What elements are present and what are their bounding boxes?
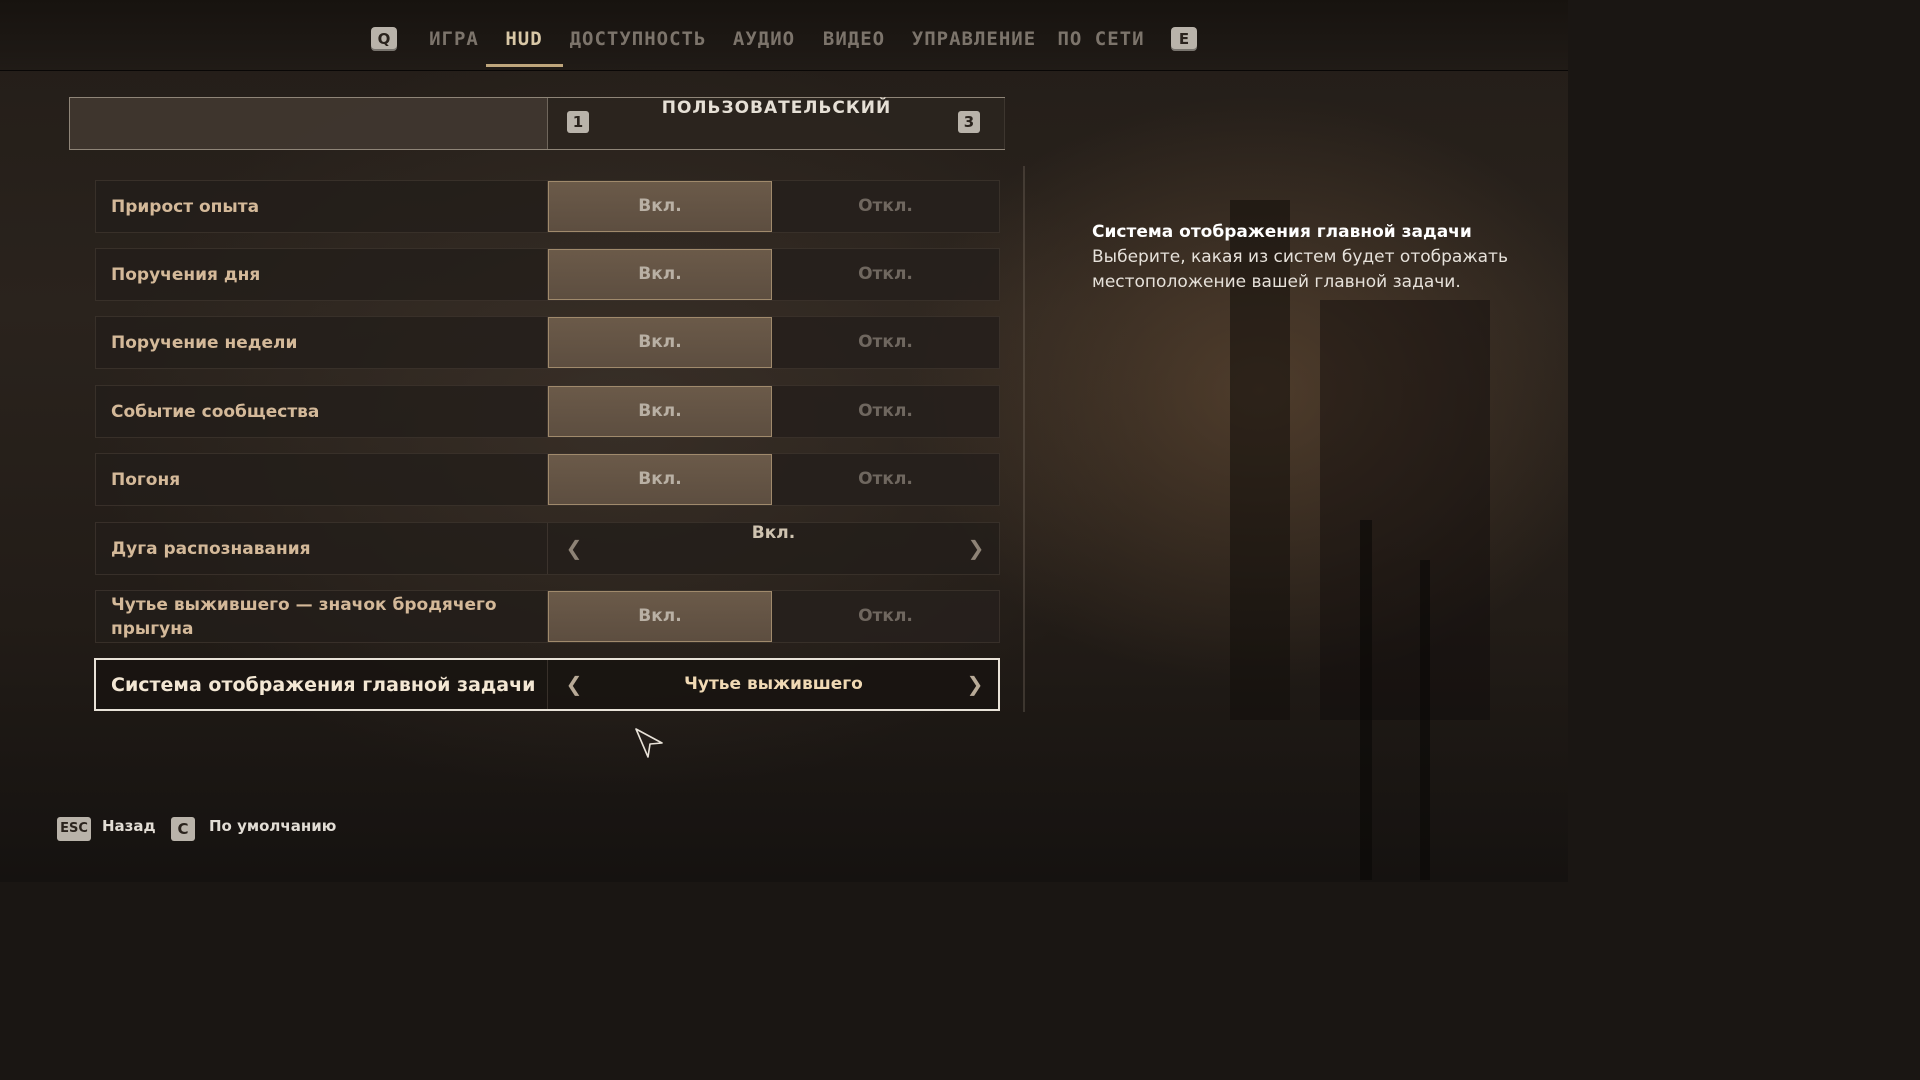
c-key-icon[interactable]: C bbox=[171, 817, 195, 841]
tab-online[interactable]: ПО СЕТИ bbox=[1056, 28, 1146, 58]
tab-audio[interactable]: АУДИО bbox=[726, 28, 802, 58]
toggle-on-button[interactable]: Вкл. bbox=[548, 317, 772, 368]
chevron-right-icon[interactable]: ❯ bbox=[966, 536, 986, 560]
escape-key-icon[interactable]: ESC bbox=[57, 817, 91, 841]
toggle-off-button[interactable]: Откл. bbox=[772, 386, 999, 437]
top-navigation: Q ИГРА HUD ДОСТУПНОСТЬ АУДИО ВИДЕО УПРАВ… bbox=[0, 0, 1568, 71]
setting-label: Поручения дня bbox=[111, 264, 261, 285]
tab-controls[interactable]: УПРАВЛЕНИЕ bbox=[908, 28, 1040, 58]
preset-value: ПОЛЬЗОВАТЕЛЬСКИЙ bbox=[661, 98, 892, 118]
preset-panel-right: 1 ПОЛЬЗОВАТЕЛЬСКИЙ 3 bbox=[547, 98, 1005, 149]
setting-label: Дуга распознавания bbox=[111, 538, 311, 559]
prev-tab-key-icon[interactable]: Q bbox=[371, 27, 397, 51]
setting-label: Погоня bbox=[111, 469, 181, 490]
setting-row-detection-arc[interactable]: Дуга распознавания ❮ Вкл. ❯ bbox=[95, 522, 1000, 575]
toggle-off-button[interactable]: Откл. bbox=[772, 317, 999, 368]
tab-accessibility[interactable]: ДОСТУПНОСТЬ bbox=[566, 28, 710, 58]
tab-video[interactable]: ВИДЕО bbox=[816, 28, 892, 58]
background-structure bbox=[1320, 300, 1490, 720]
active-tab-indicator bbox=[486, 64, 563, 67]
toggle-on-button[interactable]: Вкл. bbox=[548, 591, 772, 642]
background-structure bbox=[1360, 520, 1372, 880]
toggle-on-button[interactable]: Вкл. bbox=[548, 181, 772, 232]
next-tab-key-icon[interactable]: E bbox=[1171, 27, 1197, 51]
tab-game[interactable]: ИГРА bbox=[424, 28, 484, 58]
setting-row-chase[interactable]: Погоня Вкл. Откл. bbox=[95, 453, 1000, 506]
toggle-off-button[interactable]: Откл. bbox=[772, 181, 999, 232]
setting-label: Прирост опыта bbox=[111, 196, 260, 217]
description-panel: Система отображения главной задачи Выбер… bbox=[1092, 220, 1512, 295]
setting-label: Система отображения главной задачи bbox=[111, 673, 536, 696]
setting-row-weekly-bounty[interactable]: Поручение недели Вкл. Откл. bbox=[95, 316, 1000, 369]
description-text: Выберите, какая из систем будет отобража… bbox=[1092, 247, 1508, 292]
setting-row-community-event[interactable]: Событие сообщества Вкл. Откл. bbox=[95, 385, 1000, 438]
setting-label: Чутье выжившего — значок бродячего прыгу… bbox=[111, 594, 497, 639]
toggle-off-button[interactable]: Откл. bbox=[772, 249, 999, 300]
toggle-on-button[interactable]: Вкл. bbox=[548, 386, 772, 437]
panel-divider bbox=[1023, 166, 1025, 712]
selector-value: Вкл. bbox=[751, 523, 796, 543]
tab-hud[interactable]: HUD bbox=[494, 28, 554, 58]
setting-label: Событие сообщества bbox=[111, 401, 320, 422]
next-preset-key-icon[interactable]: 3 bbox=[958, 111, 980, 133]
restore-defaults-button[interactable]: По умолчанию bbox=[209, 817, 336, 841]
mouse-cursor-icon bbox=[635, 728, 663, 758]
setting-label: Поручение недели bbox=[111, 332, 298, 353]
toggle-on-button[interactable]: Вкл. bbox=[548, 454, 772, 505]
description-title: Система отображения главной задачи bbox=[1092, 222, 1472, 242]
back-button[interactable]: Назад bbox=[102, 817, 156, 841]
toggle-on-button[interactable]: Вкл. bbox=[548, 249, 772, 300]
setting-row-daily-bounties[interactable]: Поручения дня Вкл. Откл. bbox=[95, 248, 1000, 301]
toggle-off-button[interactable]: Откл. bbox=[772, 454, 999, 505]
preset-panel-left bbox=[70, 98, 547, 149]
chevron-right-icon[interactable]: ❯ bbox=[965, 672, 985, 696]
toggle-off-button[interactable]: Откл. bbox=[772, 591, 999, 642]
setting-row-main-quest-marker[interactable]: Система отображения главной задачи ❮ Чут… bbox=[94, 658, 1000, 711]
background-structure bbox=[1420, 560, 1430, 880]
selector-value: Чутье выжившего bbox=[684, 674, 863, 694]
setting-row-xp-gain[interactable]: Прирост опыта Вкл. Откл. bbox=[95, 180, 1000, 233]
settings-screen: Q ИГРА HUD ДОСТУПНОСТЬ АУДИО ВИДЕО УПРАВ… bbox=[0, 0, 1568, 882]
setting-row-survivor-sense-volatile[interactable]: Чутье выжившего — значок бродячего прыгу… bbox=[95, 590, 1000, 643]
preset-selector[interactable]: 1 ПОЛЬЗОВАТЕЛЬСКИЙ 3 bbox=[69, 97, 1005, 150]
